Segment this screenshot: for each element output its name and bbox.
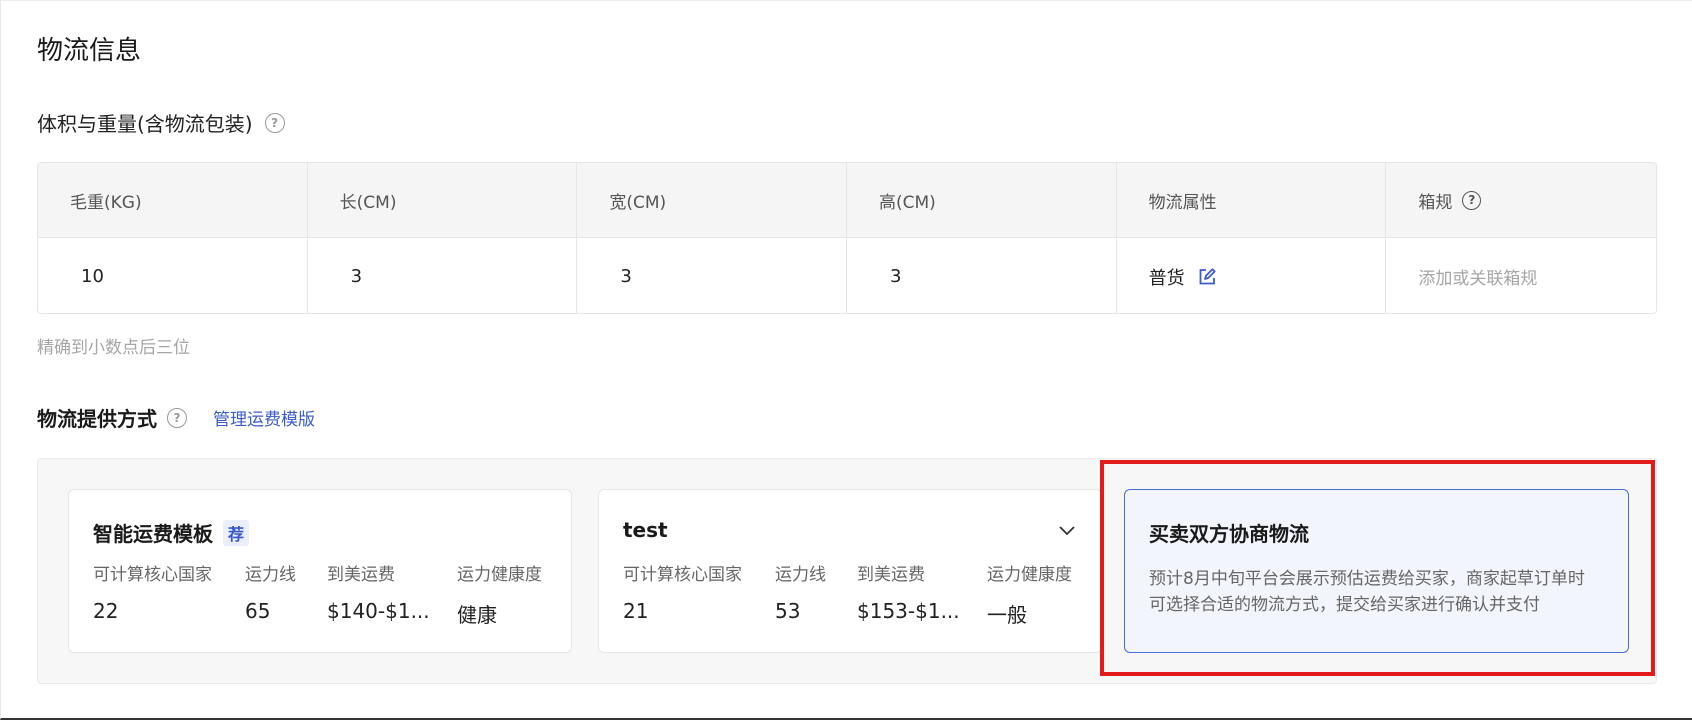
provider-header: 物流提供方式 ? 管理运费模版 — [37, 403, 315, 432]
length-input[interactable]: 3 — [307, 238, 578, 313]
edit-icon[interactable] — [1197, 267, 1217, 287]
section-title: 物流信息 — [37, 36, 142, 66]
card-title-text: test — [623, 518, 668, 542]
card-title: test — [623, 518, 668, 542]
weight-input[interactable]: 10 — [38, 238, 308, 313]
metric-label: 到美运费 — [857, 565, 925, 585]
width-input[interactable]: 3 — [577, 238, 847, 313]
volume-weight-title: 体积与重量(含物流包装) ? — [37, 108, 285, 137]
header-box-spec-label: 箱规 — [1418, 192, 1453, 213]
metric-value: $140-$1... — [327, 599, 430, 623]
card-title-text: 智能运费模板 — [93, 522, 213, 546]
question-icon[interactable]: ? — [167, 407, 187, 428]
smart-template-card[interactable]: 智能运费模板 荐 可计算核心国家 运力线 到美运费 运力健康度 22 65 $1… — [68, 489, 572, 653]
chevron-down-icon[interactable] — [1057, 520, 1077, 540]
metric-label: 可计算核心国家 — [93, 565, 212, 585]
provider-title: 物流提供方式 — [37, 407, 157, 431]
header-logistics-attribute: 物流属性 — [1116, 163, 1387, 238]
metric-value: $153-$1... — [857, 599, 960, 623]
metric-value: 53 — [775, 599, 801, 623]
card-metrics: 可计算核心国家 运力线 到美运费 运力健康度 21 53 $153-$1... … — [623, 560, 1085, 628]
volume-weight-label: 体积与重量(含物流包装) — [37, 112, 253, 136]
question-icon[interactable]: ? — [264, 112, 285, 133]
metric-label: 运力线 — [775, 565, 826, 585]
logistics-attribute-cell: 普货 — [1116, 238, 1387, 313]
metric-value: 22 — [93, 599, 119, 623]
metric-value: 健康 — [457, 603, 497, 627]
card-metrics: 可计算核心国家 运力线 到美运费 运力健康度 22 65 $140-$1... … — [93, 560, 555, 628]
dimension-table: 毛重(KG) 长(CM) 宽(CM) 高(CM) 物流属性 箱规 ? 10 3 … — [37, 162, 1657, 314]
metric-label: 运力线 — [245, 565, 296, 585]
metric-label: 到美运费 — [327, 565, 395, 585]
metric-label: 运力健康度 — [987, 565, 1072, 585]
card-title: 智能运费模板 荐 — [93, 518, 250, 547]
header-length: 长(CM) — [307, 163, 578, 238]
metric-value: 65 — [245, 599, 271, 623]
header-box-spec: 箱规 ? — [1386, 163, 1656, 238]
metric-value: 一般 — [987, 603, 1027, 627]
metric-label: 运力健康度 — [457, 565, 542, 585]
header-height: 高(CM) — [846, 163, 1117, 238]
height-input[interactable]: 3 — [846, 238, 1117, 313]
metric-label: 可计算核心国家 — [623, 565, 742, 585]
box-spec-link[interactable]: 添加或关联箱规 — [1386, 238, 1656, 313]
header-weight: 毛重(KG) — [38, 163, 308, 238]
test-template-card[interactable]: test 可计算核心国家 运力线 到美运费 运力健康度 21 53 $153-$… — [598, 489, 1102, 653]
question-icon[interactable]: ? — [1462, 190, 1482, 210]
precision-hint: 精确到小数点后三位 — [37, 338, 190, 358]
header-width: 宽(CM) — [577, 163, 847, 238]
recommend-badge: 荐 — [223, 519, 250, 546]
metric-value: 21 — [623, 599, 649, 623]
manage-template-link[interactable]: 管理运费模版 — [213, 405, 315, 430]
highlight-annotation-box — [1100, 460, 1655, 676]
logistics-attribute-value: 普货 — [1148, 267, 1185, 289]
